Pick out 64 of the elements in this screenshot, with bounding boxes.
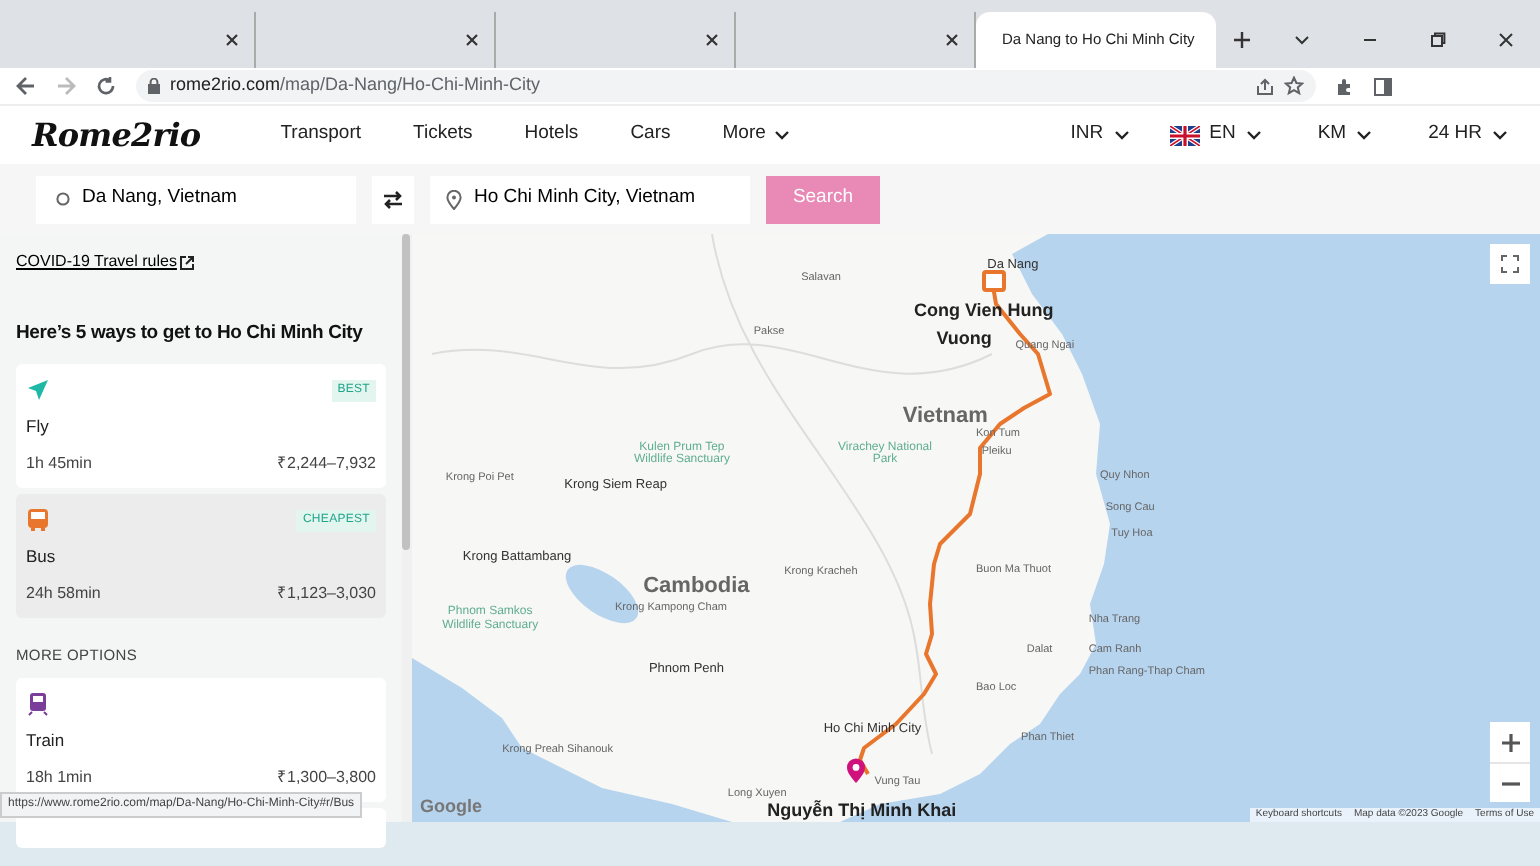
destination-pin-icon <box>846 758 866 784</box>
url-text: rome2rio.com/map/Da-Nang/Ho-Chi-Minh-City <box>170 72 541 99</box>
reload-icon[interactable] <box>96 76 116 96</box>
nav-link[interactable]: Hotels <box>524 120 579 150</box>
plus-icon <box>1501 733 1519 751</box>
address-bar[interactable]: rome2rio.com/map/Da-Nang/Ho-Chi-Minh-City <box>136 70 1316 102</box>
new-tab-icon[interactable] <box>1234 32 1250 48</box>
restore-icon[interactable] <box>1430 32 1446 48</box>
chevron-down-icon <box>1356 130 1373 140</box>
lock-icon <box>148 78 160 94</box>
covid-travel-rules-link[interactable]: COVID-19 Travel rules <box>16 250 195 274</box>
google-logo: Google <box>420 793 482 820</box>
nav-link[interactable]: More <box>722 120 790 150</box>
close-icon[interactable] <box>226 34 238 46</box>
logo[interactable]: Rome2rio <box>32 111 201 159</box>
scrollbar-thumb[interactable] <box>402 234 410 550</box>
circle-icon <box>56 192 70 206</box>
route-mode: Fly <box>26 414 51 440</box>
route-price: ₹1,300–3,800 <box>277 765 376 790</box>
star-icon[interactable] <box>1284 76 1304 96</box>
minus-icon <box>1501 781 1519 785</box>
chevron-down-icon <box>1113 130 1130 140</box>
route-price: ₹1,123–3,030 <box>277 581 376 606</box>
flag-icon <box>1169 125 1200 145</box>
route-price: ₹2,244–7,932 <box>277 452 376 476</box>
fullscreen-icon <box>1500 254 1520 274</box>
map-label: Vuong <box>936 326 992 353</box>
chevron-down-icon <box>1492 130 1508 140</box>
swap-button[interactable] <box>372 175 414 223</box>
side-panel-icon[interactable] <box>1374 77 1392 95</box>
settings-dropdown[interactable]: INR <box>1070 120 1130 150</box>
map-label: Nguyễn Thị Minh Khai <box>767 799 957 822</box>
settings-dropdown[interactable]: 24 HR <box>1428 120 1508 150</box>
settings-dropdown[interactable]: EN <box>1169 120 1262 150</box>
close-icon[interactable] <box>946 34 958 46</box>
close-icon[interactable] <box>706 34 718 46</box>
tab-search-icon[interactable] <box>1294 32 1310 48</box>
route-mode: Train <box>26 728 67 754</box>
bus-icon <box>26 508 50 532</box>
map-label: Cambodia <box>643 572 750 602</box>
settings-dropdown[interactable]: KM <box>1317 120 1373 150</box>
close-window-icon[interactable] <box>1498 32 1514 48</box>
route-duration: 18h 1min <box>26 765 92 790</box>
nav-link[interactable]: Tickets <box>413 120 473 150</box>
puzzle-icon[interactable] <box>1336 77 1354 95</box>
back-icon[interactable] <box>16 76 36 96</box>
destination-field[interactable]: Ho Chi Minh City, Vietnam <box>430 175 750 223</box>
chevron-down-icon <box>773 130 790 140</box>
origin-field[interactable]: Da Nang, Vietnam <box>36 175 356 223</box>
chevron-down-icon <box>1245 130 1262 140</box>
nav-link[interactable]: Transport <box>280 120 362 150</box>
train-icon <box>26 692 50 716</box>
results-heading: Here’s 5 ways to get to Ho Chi Minh City <box>16 320 365 348</box>
location-pin-icon <box>446 189 462 209</box>
share-icon[interactable] <box>1256 77 1274 95</box>
close-icon[interactable] <box>466 34 478 46</box>
lake-shape <box>562 564 642 624</box>
nav-link[interactable]: Cars <box>630 120 671 150</box>
route-mode: Bus <box>26 544 58 570</box>
fullscreen-button[interactable] <box>1490 244 1530 284</box>
route-duration: 1h 45min <box>26 452 92 476</box>
swap-icon <box>382 189 404 209</box>
route-duration: 24h 58min <box>26 581 101 606</box>
external-link-icon <box>180 255 195 269</box>
